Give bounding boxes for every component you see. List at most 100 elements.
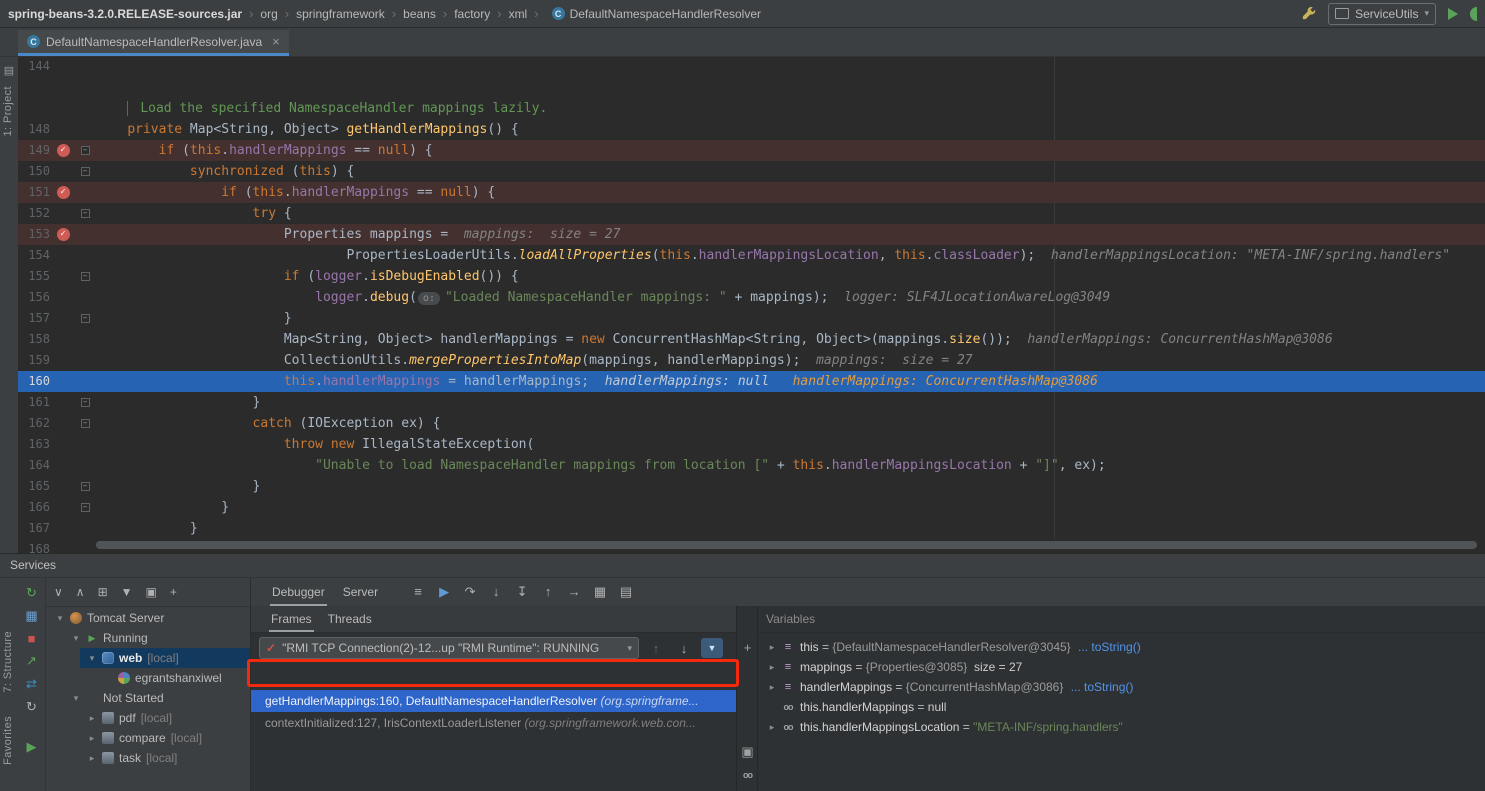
run-button[interactable] <box>1448 8 1458 20</box>
tab-frames[interactable]: Frames <box>263 606 320 632</box>
breakpoint-gutter[interactable] <box>50 287 76 308</box>
services-tree-item-running[interactable]: ▾▶Running <box>46 628 250 648</box>
breakpoint-icon[interactable]: ✓ <box>57 144 70 157</box>
expand-all-icon[interactable]: ∨ <box>54 585 63 599</box>
frame-up-icon[interactable]: ↑ <box>645 641 667 656</box>
chevron-icon[interactable]: ▸ <box>764 682 780 693</box>
horizontal-scrollbar[interactable] <box>96 541 1477 549</box>
breadcrumb-item[interactable]: org <box>260 7 277 21</box>
breakpoint-gutter[interactable] <box>50 371 76 392</box>
fold-marker-icon[interactable]: − <box>81 419 90 428</box>
tab-server[interactable]: Server <box>334 578 387 606</box>
tool-window-button-project[interactable]: 1: Project <box>2 86 14 136</box>
fold-marker-icon[interactable]: − <box>81 398 90 407</box>
services-grid-icon[interactable]: ▦ <box>18 608 45 624</box>
variable-row[interactable]: ▸oothis.handlerMappingsLocation = "META-… <box>758 717 1485 737</box>
breadcrumb-item[interactable]: beans <box>403 7 436 21</box>
add-watch-icon[interactable]: + <box>737 640 758 655</box>
breakpoint-icon[interactable]: ✓ <box>57 228 70 241</box>
variable-row[interactable]: ▸≡mappings = {Properties@3085} size = 27 <box>758 657 1485 677</box>
breadcrumb-item[interactable]: factory <box>454 7 490 21</box>
fold-marker-icon[interactable]: − <box>81 209 90 218</box>
chevron-icon[interactable]: ▾ <box>52 613 68 624</box>
show-execution-point-icon[interactable]: ▶ <box>431 584 457 600</box>
breakpoint-gutter[interactable] <box>50 518 76 539</box>
rerun-icon[interactable]: ↻ <box>18 585 45 601</box>
step-over-icon[interactable]: ↷ <box>457 584 483 600</box>
services-tree-item-pdf[interactable]: ▸pdf[local] <box>46 708 250 728</box>
breakpoint-gutter[interactable] <box>50 161 76 182</box>
thread-select[interactable]: ✓ "RMI TCP Connection(2)-12...up "RMI Ru… <box>259 637 639 659</box>
force-step-into-icon[interactable]: ↧ <box>509 584 535 600</box>
fold-marker-icon[interactable]: − <box>81 272 90 281</box>
breakpoint-gutter[interactable] <box>50 350 76 371</box>
chevron-icon[interactable]: ▸ <box>764 642 780 653</box>
frame-down-icon[interactable]: ↓ <box>673 641 695 656</box>
tab-threads[interactable]: Threads <box>320 606 380 632</box>
services-tree-item-tomcat-server[interactable]: ▾Tomcat Server <box>46 608 250 628</box>
fold-marker-icon[interactable]: − <box>81 482 90 491</box>
hide-library-frames-icon[interactable]: ▼ <box>701 638 723 658</box>
breakpoint-gutter[interactable]: ✓ <box>50 224 76 245</box>
breadcrumb-item[interactable]: springframework <box>296 7 385 21</box>
refresh-icon[interactable]: ↻ <box>18 699 45 715</box>
chevron-icon[interactable]: ▸ <box>764 662 780 673</box>
chevron-icon[interactable]: ▾ <box>68 633 84 644</box>
step-into-icon[interactable]: ↓ <box>483 584 509 600</box>
chevron-icon[interactable]: ▸ <box>764 722 780 733</box>
services-tree-item-egrantshanxiwel[interactable]: egrantshanxiwel <box>46 668 250 688</box>
tool-window-button-structure[interactable]: 7: Structure <box>2 631 14 693</box>
step-out-icon[interactable]: ↑ <box>535 584 561 600</box>
breakpoint-gutter[interactable] <box>50 98 76 119</box>
fold-marker-icon[interactable]: − <box>81 146 90 155</box>
breakpoint-gutter[interactable] <box>50 203 76 224</box>
breakpoint-gutter[interactable] <box>50 413 76 434</box>
code-editor[interactable]: 144 Load the specified NamespaceHandler … <box>18 56 1485 553</box>
wrench-icon[interactable] <box>1301 6 1316 21</box>
tostring-link[interactable]: ... toString() <box>1071 680 1134 694</box>
group-by-icon[interactable]: ⊞ <box>98 585 108 599</box>
fold-marker-icon[interactable]: − <box>81 314 90 323</box>
show-watches-icon[interactable]: oo <box>737 770 758 780</box>
fold-marker-icon[interactable]: − <box>81 503 90 512</box>
variable-row[interactable]: ▸≡this = {DefaultNamespaceHandlerResolve… <box>758 637 1485 657</box>
tostring-link[interactable]: ... toString() <box>1078 640 1141 654</box>
breadcrumb-jar[interactable]: spring-beans-3.2.0.RELEASE-sources.jar <box>8 7 242 21</box>
restore-layout-icon[interactable]: ▣ <box>737 744 758 760</box>
breakpoint-gutter[interactable] <box>50 119 76 140</box>
breakpoint-gutter[interactable]: ✓ <box>50 140 76 161</box>
breakpoint-gutter[interactable] <box>50 308 76 329</box>
debug-button[interactable] <box>1470 7 1477 21</box>
close-icon[interactable]: × <box>272 34 280 49</box>
filter-icon[interactable]: ▼ <box>121 585 133 599</box>
services-tree-item-task[interactable]: ▸task[local] <box>46 748 250 768</box>
breakpoint-gutter[interactable] <box>50 476 76 497</box>
variable-row[interactable]: ▸≡handlerMappings = {ConcurrentHashMap@3… <box>758 677 1485 697</box>
more-options-icon[interactable]: ▤ <box>613 584 639 600</box>
chevron-icon[interactable]: ▸ <box>84 733 100 744</box>
breakpoint-gutter[interactable] <box>50 329 76 350</box>
chevron-icon[interactable]: ▾ <box>84 653 100 664</box>
fold-marker-icon[interactable]: − <box>81 167 90 176</box>
chevron-icon[interactable]: ▸ <box>84 753 100 764</box>
breadcrumb-class[interactable]: DefaultNamespaceHandlerResolver <box>570 7 761 21</box>
services-tree-item-web[interactable]: ▾web[local] <box>46 648 250 668</box>
services-tree-item-compare[interactable]: ▸compare[local] <box>46 728 250 748</box>
deploy-icon[interactable]: ↗ <box>18 653 45 669</box>
add-service-icon[interactable]: + <box>170 585 177 599</box>
view-options-icon[interactable]: ▣ <box>146 585 157 599</box>
project-tool-icon[interactable]: ▤ <box>0 64 18 77</box>
resume-icon[interactable]: ▶ <box>18 739 45 755</box>
breakpoint-gutter[interactable] <box>50 539 76 553</box>
stack-frame-row[interactable]: contextInitialized:127, IrisContextLoade… <box>251 712 736 734</box>
view-breakpoints-icon[interactable]: ▦ <box>587 584 613 600</box>
tool-window-button-favorites[interactable]: Favorites <box>2 716 14 765</box>
chevron-icon[interactable]: ▸ <box>84 713 100 724</box>
stop-icon[interactable]: ■ <box>18 631 45 646</box>
breakpoint-gutter[interactable] <box>50 392 76 413</box>
chevron-icon[interactable]: ▾ <box>68 693 84 704</box>
breakpoint-gutter[interactable] <box>50 56 76 77</box>
breakpoint-gutter[interactable] <box>50 434 76 455</box>
run-to-cursor-icon[interactable]: → <box>561 584 587 600</box>
breakpoint-icon[interactable]: ✓ <box>57 186 70 199</box>
